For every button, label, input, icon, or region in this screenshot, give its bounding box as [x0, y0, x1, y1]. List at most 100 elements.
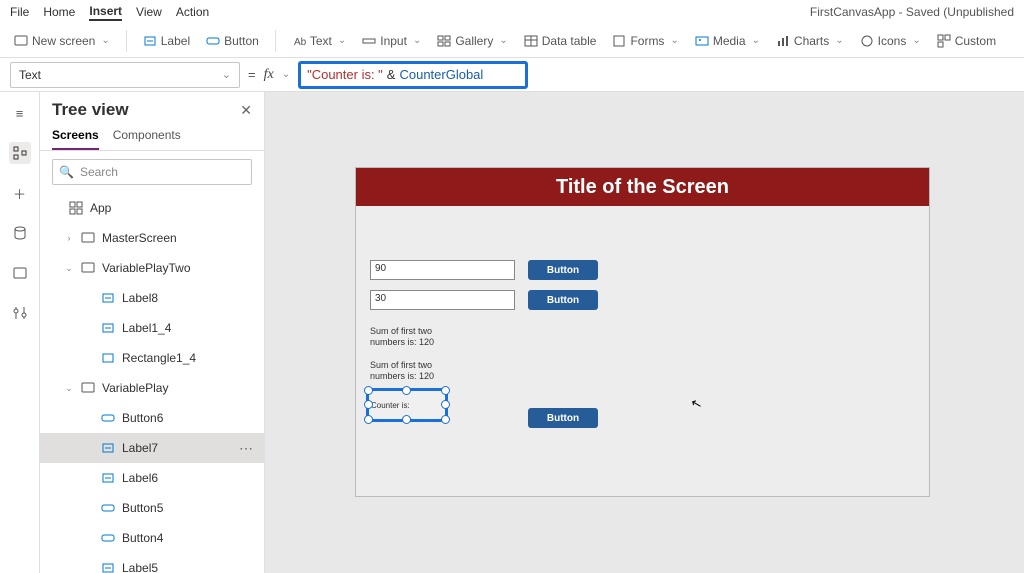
tree-list: App›MasterScreen⌄VariablePlayTwoLabel8La… [40, 193, 264, 573]
tree-item-label5[interactable]: Label5 [40, 553, 264, 573]
tree-item-label7[interactable]: Label7⋯ [40, 433, 264, 463]
ribbon: New screen Label Button Ab Text Input Ga… [0, 24, 1024, 58]
tab-components[interactable]: Components [113, 128, 181, 150]
tree-item-label: App [90, 201, 264, 215]
insert-datatable-button[interactable]: Data table [520, 34, 601, 48]
left-rail: ≡ ＋ [0, 92, 40, 573]
formula-identifier: CounterGlobal [399, 67, 483, 82]
insert-media-button[interactable]: Media [691, 34, 764, 48]
tree-item-label8[interactable]: Label8 [40, 283, 264, 313]
new-screen-button[interactable]: New screen [10, 34, 114, 48]
textinput-2[interactable]: 30 [370, 290, 515, 310]
tree-item-label: Button5 [122, 501, 264, 515]
label7-selected[interactable]: Counter is: [366, 388, 448, 422]
rail-data-icon[interactable] [9, 222, 31, 244]
cursor-icon: ↖ [689, 395, 704, 413]
equals-sign: = [248, 67, 256, 82]
resize-handle[interactable] [402, 386, 411, 395]
charts-icon [776, 34, 790, 48]
insert-button-button[interactable]: Button [202, 34, 263, 48]
custom-icon [937, 34, 951, 48]
screen-icon [80, 230, 96, 246]
rail-insert-icon[interactable]: ＋ [9, 182, 31, 204]
tree-item-vptwo[interactable]: ⌄VariablePlayTwo [40, 253, 264, 283]
insert-input-button[interactable]: Input [358, 34, 425, 48]
chevron-icon[interactable]: ⌄ [64, 263, 74, 274]
canvas-button-1[interactable]: Button [528, 260, 598, 280]
close-icon[interactable]: ✕ [240, 102, 252, 119]
label-icon [100, 320, 116, 336]
menu-action[interactable]: Action [176, 5, 209, 19]
fx-chevron-icon[interactable]: ⌄ [282, 69, 290, 80]
canvas-button-2[interactable]: Button [528, 290, 598, 310]
divider [275, 30, 276, 52]
svg-text:Ab: Ab [294, 37, 306, 48]
more-icon[interactable]: ⋯ [239, 440, 264, 457]
app-icon [68, 200, 84, 216]
tree-item-button4[interactable]: Button4 [40, 523, 264, 553]
tree-item-master[interactable]: ›MasterScreen [40, 223, 264, 253]
label-icon [143, 34, 157, 48]
sum-label-2: Sum of first two numbers is: 120 [370, 360, 434, 382]
chevron-icon[interactable]: ⌄ [64, 383, 74, 394]
tree-item-rect1_4[interactable]: Rectangle1_4 [40, 343, 264, 373]
formula-input[interactable]: "Counter is: " & CounterGlobal [298, 61, 528, 89]
insert-charts-button[interactable]: Charts [772, 34, 848, 48]
sum-label-1: Sum of first two numbers is: 120 [370, 326, 434, 348]
insert-button-text: Button [224, 34, 259, 48]
canvas-button-3[interactable]: Button [528, 408, 598, 428]
menu-view[interactable]: View [136, 5, 162, 19]
insert-charts-label: Charts [794, 34, 829, 48]
screen-icon [80, 260, 96, 276]
resize-handle[interactable] [441, 415, 450, 424]
insert-input-label: Input [380, 34, 407, 48]
app-screen-canvas[interactable]: Title of the Screen 90 Button 30 Button … [355, 167, 930, 497]
menu-file[interactable]: File [10, 5, 29, 19]
textinput-1[interactable]: 90 [370, 260, 515, 280]
rail-media-icon[interactable] [9, 262, 31, 284]
screen-icon [14, 34, 28, 48]
tree-item-app[interactable]: App [40, 193, 264, 223]
label-icon [100, 290, 116, 306]
app-title: FirstCanvasApp - Saved (Unpublished [810, 5, 1014, 19]
tree-item-button5[interactable]: Button5 [40, 493, 264, 523]
resize-handle[interactable] [441, 400, 450, 409]
search-icon: 🔍 [59, 165, 74, 179]
workspace: ≡ ＋ Tree view ✕ Screens Components 🔍 Sea… [0, 92, 1024, 573]
resize-handle[interactable] [402, 415, 411, 424]
tree-tabs: Screens Components [40, 122, 264, 151]
new-screen-label: New screen [32, 34, 95, 48]
insert-custom-button[interactable]: Custom [933, 34, 1000, 48]
rail-advanced-icon[interactable] [9, 302, 31, 324]
resize-handle[interactable] [364, 415, 373, 424]
menu-home[interactable]: Home [43, 5, 75, 19]
formula-operator: & [383, 67, 400, 82]
tree-item-vp[interactable]: ⌄VariablePlay [40, 373, 264, 403]
resize-handle[interactable] [441, 386, 450, 395]
canvas-area[interactable]: Title of the Screen 90 Button 30 Button … [265, 92, 1024, 573]
insert-icons-button[interactable]: Icons [856, 34, 925, 48]
tree-item-label: Button4 [122, 531, 264, 545]
insert-forms-button[interactable]: Forms [608, 34, 682, 48]
tree-item-label1_4[interactable]: Label1_4 [40, 313, 264, 343]
resize-handle[interactable] [364, 400, 373, 409]
icons-icon [860, 34, 874, 48]
tree-item-label6[interactable]: Label6 [40, 463, 264, 493]
label7-text: Counter is: [371, 401, 410, 410]
insert-gallery-button[interactable]: Gallery [433, 34, 511, 48]
screen-title-bar: Title of the Screen [356, 168, 929, 206]
rail-treeview-icon[interactable] [9, 142, 31, 164]
rail-hamburger-icon[interactable]: ≡ [9, 102, 31, 124]
tree-item-button6[interactable]: Button6 [40, 403, 264, 433]
tree-search-input[interactable]: 🔍 Search [52, 159, 252, 185]
screen-icon [80, 380, 96, 396]
menu-insert[interactable]: Insert [89, 4, 122, 21]
insert-text-button[interactable]: Ab Text [288, 34, 350, 48]
tab-screens[interactable]: Screens [52, 128, 99, 150]
insert-datatable-label: Data table [542, 34, 597, 48]
resize-handle[interactable] [364, 386, 373, 395]
insert-label-button[interactable]: Label [139, 34, 194, 48]
chevron-icon[interactable]: › [64, 233, 74, 243]
property-dropdown[interactable]: Text [10, 62, 240, 88]
insert-custom-label: Custom [955, 34, 996, 48]
